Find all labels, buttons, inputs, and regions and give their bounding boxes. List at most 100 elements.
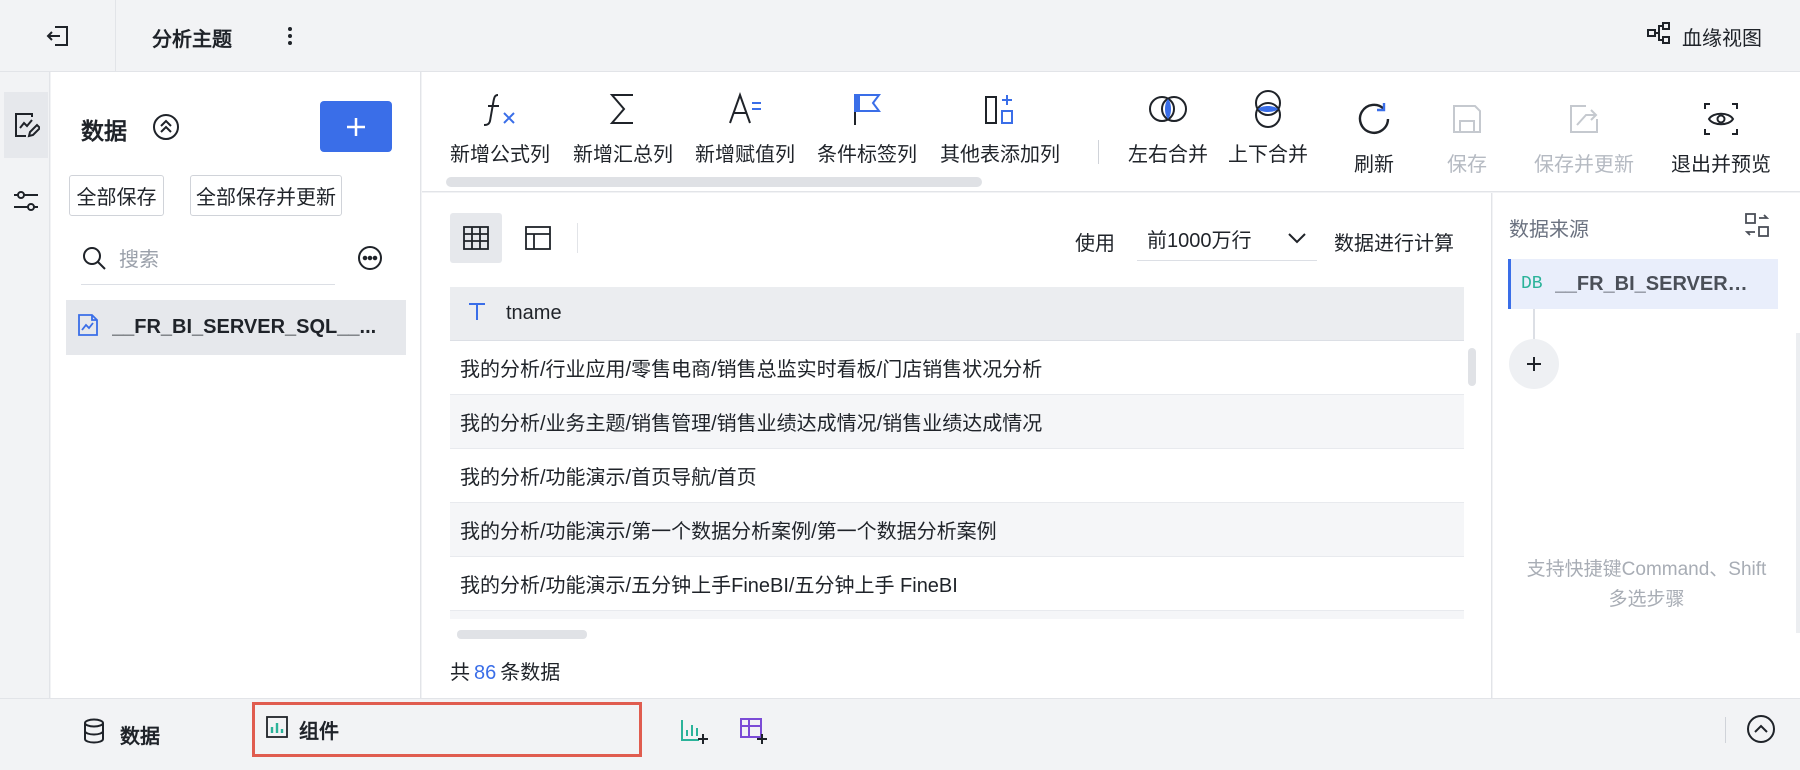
- calc-label: 数据进行计算: [1334, 233, 1454, 255]
- settings-sliders-icon[interactable]: [4, 168, 48, 234]
- assign-icon: [725, 84, 765, 134]
- use-label: 使用: [1075, 233, 1115, 255]
- horizontal-scrollbar[interactable]: [457, 630, 587, 639]
- refresh-label: 刷新: [1354, 154, 1394, 176]
- add-chart-icon[interactable]: [676, 713, 712, 749]
- plus-icon: [1527, 357, 1541, 371]
- exit-preview-label: 退出并预览: [1671, 154, 1771, 176]
- more-options-icon[interactable]: [356, 244, 386, 274]
- vertical-merge-icon: [1248, 84, 1288, 134]
- database-icon: [82, 718, 106, 750]
- vertical-scrollbar[interactable]: [1468, 348, 1476, 386]
- bar-chart-icon: [265, 715, 289, 745]
- vertical-merge-button[interactable]: 上下合并: [1228, 84, 1308, 167]
- add-column-icon: [980, 84, 1020, 134]
- save-update-button[interactable]: 保存并更新: [1534, 94, 1634, 177]
- add-step-button[interactable]: [1509, 339, 1559, 389]
- connector-line: [1533, 309, 1535, 339]
- table-row[interactable]: 我的分析/功能演示/首页导航/首页: [450, 449, 1464, 503]
- add-assign-column-label: 新增赋值列: [695, 144, 795, 166]
- add-assign-column-button[interactable]: 新增赋值列: [695, 84, 795, 167]
- text-type-icon: [466, 300, 488, 327]
- data-source-node[interactable]: DB __FR_BI_SERVER_S...: [1508, 259, 1778, 309]
- page-title: 分析主题: [152, 29, 232, 51]
- add-data-button[interactable]: [320, 101, 392, 152]
- formula-icon: [480, 84, 520, 134]
- table-row[interactable]: 我的分析/行业应用/零售电商/销售总监实时看板/门店销售状况分析: [450, 341, 1464, 395]
- save-icon: [1449, 94, 1485, 144]
- add-formula-column-button[interactable]: 新增公式列: [450, 84, 550, 167]
- add-summary-column-button[interactable]: 新增汇总列: [573, 84, 673, 167]
- db-badge: DB: [1521, 274, 1543, 294]
- bottom-divider: [1725, 717, 1726, 743]
- data-source-title: 数据来源: [1509, 219, 1589, 241]
- horizontal-merge-label: 左右合并: [1128, 144, 1208, 166]
- more-vertical-icon[interactable]: [280, 22, 300, 50]
- header-divider: [115, 0, 116, 72]
- sigma-icon: [603, 84, 643, 134]
- horizontal-merge-icon: [1147, 84, 1189, 134]
- shortcut-hint-line1: 支持快捷键Command、Shift: [1526, 559, 1767, 580]
- save-button[interactable]: 保存: [1447, 94, 1487, 177]
- save-all-update-button[interactable]: 全部保存并更新: [190, 175, 342, 216]
- save-update-icon: [1566, 94, 1602, 144]
- search-box: [81, 237, 335, 285]
- expand-up-icon[interactable]: [1745, 713, 1779, 747]
- layout-view-icon[interactable]: [512, 213, 564, 263]
- row-count-prefix: 共: [450, 662, 470, 684]
- exit-preview-button[interactable]: 退出并预览: [1671, 94, 1771, 177]
- condition-tag-column-button[interactable]: 条件标签列: [817, 84, 917, 167]
- shortcut-hint-line2: 多选步骤: [1608, 589, 1685, 610]
- add-table-icon[interactable]: [735, 713, 771, 749]
- vertical-merge-label: 上下合并: [1228, 144, 1308, 166]
- collapse-up-icon[interactable]: [151, 112, 181, 142]
- table-row[interactable]: [450, 611, 1464, 619]
- row-count: 共 86 条数据: [450, 656, 560, 685]
- refresh-button[interactable]: 刷新: [1354, 94, 1394, 177]
- search-input[interactable]: [119, 249, 299, 272]
- view-divider: [577, 223, 578, 253]
- row-count-suffix: 条数据: [500, 662, 561, 684]
- data-edit-icon[interactable]: [4, 92, 48, 158]
- chevron-down-icon: [1287, 227, 1307, 250]
- row-limit-select[interactable]: 前1000万行: [1137, 217, 1317, 261]
- refresh-icon: [1354, 94, 1394, 144]
- table-row[interactable]: 我的分析/业务主题/销售管理/销售业绩达成情况/销售业绩达成情况: [450, 395, 1464, 449]
- tab-component[interactable]: 组件: [252, 702, 642, 757]
- tab-data-label: 数据: [120, 725, 160, 748]
- table-row[interactable]: 我的分析/功能演示/第一个数据分析案例/第一个数据分析案例: [450, 503, 1464, 557]
- dataset-item[interactable]: __FR_BI_SERVER_SQL__...: [66, 300, 406, 355]
- lineage-label: 血缘视图: [1682, 27, 1762, 50]
- horizontal-merge-button[interactable]: 左右合并: [1128, 84, 1208, 167]
- data-preview: 使用 前1000万行 数据进行计算 tname 我的分析/行业应用/零售电商/销…: [422, 193, 1492, 698]
- save-label: 保存: [1447, 154, 1487, 176]
- add-column-from-table-button[interactable]: 其他表添加列: [940, 84, 1060, 167]
- panel-scrollbar[interactable]: [1796, 333, 1800, 633]
- table-row[interactable]: 我的分析/功能演示/五分钟上手FineBI/五分钟上手 FineBI: [450, 557, 1464, 611]
- add-column-from-table-label: 其他表添加列: [940, 144, 1060, 166]
- flag-icon: [847, 84, 887, 134]
- shortcut-hint: 支持快捷键Command、Shift 多选步骤: [1503, 555, 1790, 615]
- data-source-name: __FR_BI_SERVER_S...: [1554, 272, 1755, 295]
- toolbar-divider: [1098, 140, 1099, 164]
- bottom-bar: 数据 组件: [0, 698, 1800, 770]
- lineage-view-button[interactable]: 血缘视图: [1646, 20, 1762, 52]
- lineage-icon: [1646, 21, 1672, 51]
- data-source-panel: 数据来源 DB __FR_BI_SERVER_S... 支持快捷键Command…: [1493, 193, 1800, 698]
- preview-table: tname 我的分析/行业应用/零售电商/销售总监实时看板/门店销售状况分析 我…: [450, 287, 1464, 619]
- save-all-button[interactable]: 全部保存: [69, 175, 164, 216]
- table-header[interactable]: tname: [450, 287, 1464, 341]
- eye-icon: [1702, 94, 1740, 144]
- tab-data[interactable]: 数据: [82, 714, 160, 754]
- grid-view-icon[interactable]: [450, 213, 502, 263]
- row-count-number: 86: [474, 662, 497, 684]
- data-panel: 数据 全部保存 全部保存并更新 __FR_BI_SERVER_SQL__...: [51, 72, 474, 698]
- add-summary-column-label: 新增汇总列: [573, 144, 673, 166]
- add-formula-column-label: 新增公式列: [450, 144, 550, 166]
- plus-icon: [347, 117, 365, 136]
- tab-component-label: 组件: [299, 721, 339, 743]
- toolbar-scrollbar[interactable]: [446, 177, 982, 187]
- dataset-name: __FR_BI_SERVER_SQL__...: [112, 316, 377, 338]
- switch-view-icon[interactable]: [1743, 211, 1773, 241]
- exit-icon[interactable]: [38, 20, 78, 52]
